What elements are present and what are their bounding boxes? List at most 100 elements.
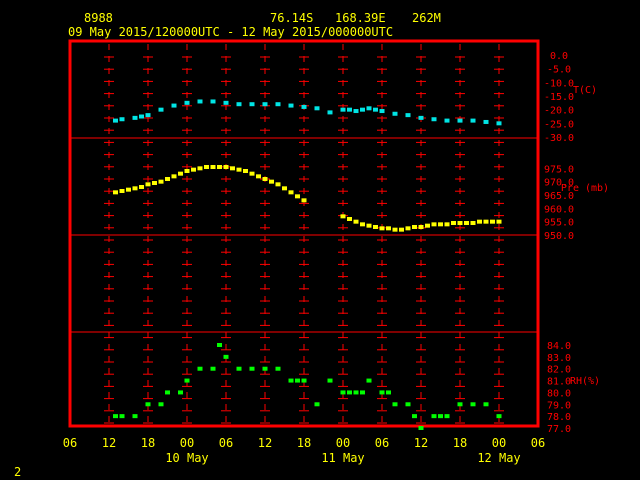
y-tick-label: -15.0 — [544, 92, 574, 103]
data-point-pressure — [490, 219, 495, 224]
y-tick-label: -20.0 — [544, 106, 574, 117]
data-point-relative-humidity — [295, 378, 300, 383]
y-tick-label: 77.0 — [547, 424, 571, 435]
data-point-relative-humidity — [262, 366, 268, 371]
data-point-pressure — [386, 226, 391, 231]
data-point-pressure — [217, 165, 222, 169]
x-day-label: 10 May — [165, 451, 208, 465]
y-tick-label: 78.0 — [547, 412, 571, 423]
data-point-pressure — [392, 227, 398, 232]
data-point-temperature — [470, 118, 476, 123]
data-point-relative-humidity — [431, 414, 437, 419]
data-point-relative-humidity — [210, 366, 216, 371]
station-id: 8988 — [84, 11, 113, 25]
data-point-relative-humidity — [366, 378, 372, 383]
data-point-relative-humidity — [496, 414, 502, 419]
data-point-temperature — [327, 110, 333, 115]
data-point-relative-humidity — [353, 390, 359, 395]
data-point-pressure — [444, 222, 450, 227]
data-point-temperature — [405, 113, 411, 118]
data-point-pressure — [431, 222, 437, 227]
series-label: T(C) — [573, 85, 597, 96]
series-label: RH(%) — [570, 376, 600, 387]
data-point-pressure — [340, 214, 346, 219]
data-point-pressure — [243, 169, 248, 173]
y-tick-label: 82.0 — [547, 365, 571, 376]
meteogram: 8988 76.14S 168.39E 262M 09 May 2015/120… — [0, 0, 640, 480]
data-point-temperature — [373, 107, 378, 112]
x-day-label: 12 May — [477, 451, 520, 465]
y-tick-label: 960.0 — [544, 204, 574, 215]
data-point-relative-humidity — [145, 402, 151, 407]
data-point-relative-humidity — [178, 390, 183, 395]
x-tick-label: 00 — [492, 436, 506, 450]
x-tick-label: 12 — [258, 436, 272, 450]
data-point-relative-humidity — [327, 378, 333, 383]
data-point-temperature — [314, 106, 320, 111]
data-point-relative-humidity — [113, 414, 118, 419]
data-point-temperature — [366, 106, 372, 111]
data-point-pressure — [139, 185, 144, 189]
data-point-temperature — [301, 104, 307, 109]
data-point-pressure — [496, 219, 502, 224]
data-point-pressure — [425, 223, 430, 228]
data-point-temperature — [496, 121, 502, 126]
data-point-temperature — [139, 114, 144, 119]
data-point-pressure — [483, 219, 489, 224]
station-elevation: 262M — [412, 11, 441, 25]
data-point-pressure — [132, 186, 138, 191]
data-point-relative-humidity — [223, 354, 229, 359]
data-point-relative-humidity — [314, 402, 320, 407]
data-point-pressure — [184, 169, 190, 173]
meteogram-chart: 8988 76.14S 168.39E 262M 09 May 2015/120… — [14, 11, 609, 479]
data-point-pressure — [295, 194, 300, 199]
data-point-pressure — [438, 222, 443, 227]
x-tick-label: 12 — [414, 436, 428, 450]
data-point-relative-humidity — [165, 390, 170, 395]
x-tick-label: 18 — [297, 436, 311, 450]
data-point-pressure — [152, 181, 157, 185]
data-point-pressure — [451, 221, 456, 225]
station-longitude: 168.39E — [335, 11, 386, 25]
data-point-pressure — [275, 182, 281, 187]
x-tick-label: 00 — [180, 436, 194, 450]
data-point-temperature — [444, 118, 450, 123]
axis-layer: 06 12 18 00 06 12 18 00 06 12 18 00 06 10 May 11 May 12… — [63, 51, 609, 465]
data-point-pressure — [236, 167, 242, 172]
data-point-pressure — [360, 222, 365, 227]
data-point-relative-humidity — [158, 402, 164, 407]
data-point-temperature — [119, 117, 125, 122]
x-tick-label: 18 — [453, 436, 467, 450]
y-tick-label: -5.0 — [547, 65, 571, 76]
x-tick-label: 12 — [102, 436, 116, 450]
data-point-relative-humidity — [405, 402, 411, 407]
x-tick-label: 06 — [375, 436, 389, 450]
data-point-pressure — [457, 221, 463, 225]
data-point-pressure — [470, 221, 476, 225]
data-point-pressure — [249, 171, 255, 176]
grid-layer — [104, 44, 504, 424]
y-tick-label: -10.0 — [544, 78, 574, 89]
data-point-temperature — [483, 119, 489, 124]
data-point-relative-humidity — [444, 414, 450, 419]
x-tick-label: 00 — [336, 436, 350, 450]
data-point-pressure — [353, 219, 359, 224]
data-point-pressure — [347, 217, 352, 221]
data-point-pressure — [113, 190, 118, 195]
data-point-temperature — [236, 102, 242, 107]
data-point-relative-humidity — [483, 402, 489, 407]
data-point-relative-humidity — [347, 390, 352, 395]
data-point-pressure — [223, 165, 229, 169]
data-point-pressure — [145, 182, 151, 187]
data-point-temperature — [132, 115, 138, 120]
data-point-pressure — [464, 221, 469, 225]
data-point-temperature — [418, 115, 424, 120]
y-tick-label: 975.0 — [544, 164, 574, 175]
data-point-relative-humidity — [217, 343, 222, 347]
station-latitude: 76.14S — [270, 11, 313, 25]
data-point-pressure — [262, 177, 268, 181]
data-point-pressure — [477, 219, 482, 224]
y-tick-label: 80.0 — [547, 388, 571, 399]
page-number: 2 — [14, 465, 21, 479]
data-point-temperature — [431, 117, 437, 122]
